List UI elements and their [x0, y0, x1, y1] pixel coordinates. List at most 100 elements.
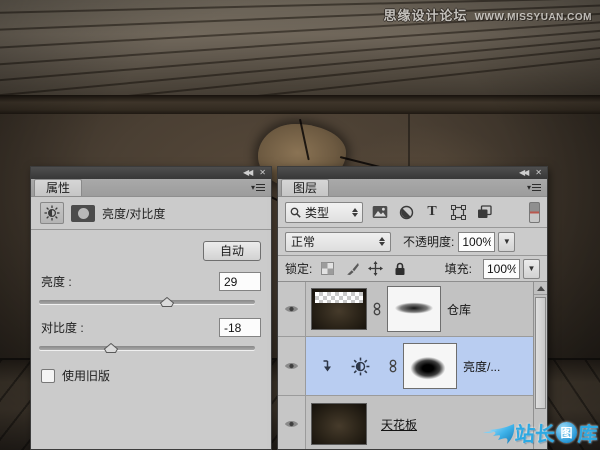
properties-tab-bar: 属性 ▾: [31, 179, 271, 197]
spinner-icon: [379, 237, 385, 246]
contrast-label: 对比度 :: [41, 319, 84, 336]
eye-icon: [284, 419, 299, 429]
layer-row-cangku[interactable]: 仓库: [278, 282, 547, 337]
layers-panel: ◀◀ ✕ 图层 ▾ 类型: [277, 166, 548, 450]
scrollbar-thumb[interactable]: [535, 297, 546, 409]
menu-lines-icon: [532, 184, 541, 191]
panel-menu-button[interactable]: ▾: [527, 183, 541, 192]
sun-icon: [44, 205, 60, 221]
link-icon: [389, 359, 397, 373]
properties-body: 自动 亮度 : 对比度 :: [31, 230, 271, 449]
filter-adjustment-layers-button[interactable]: [397, 203, 415, 221]
visibility-toggle[interactable]: [278, 337, 306, 395]
menu-lines-icon: [256, 184, 265, 191]
spinner-icon: [352, 208, 358, 217]
lock-transparency-button[interactable]: [319, 260, 336, 277]
properties-panel-titlebar: ◀◀ ✕: [31, 167, 271, 179]
opacity-label: 不透明度:: [403, 233, 454, 250]
mask-thumbnail-icon[interactable]: [71, 205, 95, 222]
blend-mode-value: 正常: [291, 233, 379, 250]
adjustment-title: 亮度/对比度: [102, 205, 165, 222]
contrast-row: 对比度 :: [41, 318, 261, 337]
eye-icon: [284, 304, 299, 314]
layer-name[interactable]: 仓库: [447, 301, 471, 318]
tab-properties[interactable]: 属性: [34, 179, 82, 196]
legacy-row: 使用旧版: [41, 367, 110, 384]
lock-all-button[interactable]: [391, 260, 408, 277]
watermark-site: 思缘设计论坛 WWW.MISSYUAN.COM: [384, 5, 592, 24]
layer-name[interactable]: 亮度/...: [463, 358, 500, 375]
collapse-panel-button[interactable]: ◀◀: [519, 169, 527, 177]
brightness-slider[interactable]: [39, 296, 255, 308]
tab-layers[interactable]: 图层: [281, 179, 329, 196]
visibility-toggle[interactable]: [278, 282, 306, 336]
contrast-slider-track[interactable]: [39, 346, 255, 350]
layer-mask-thumbnail[interactable]: [403, 343, 457, 389]
collapse-panel-button[interactable]: ◀◀: [243, 169, 251, 177]
fill-dropdown-button[interactable]: ▼: [523, 259, 540, 279]
blend-mode-row: 正常 不透明度: ▼: [278, 227, 547, 255]
flame-icon: [481, 420, 515, 446]
brightness-input[interactable]: [219, 272, 261, 291]
brightness-row: 亮度 :: [41, 272, 261, 291]
filter-pixel-layers-button[interactable]: [371, 203, 389, 221]
lock-row: 锁定:: [278, 255, 547, 281]
contrast-slider-thumb[interactable]: [104, 343, 118, 353]
layer-thumbnail[interactable]: [311, 403, 367, 445]
close-panel-button[interactable]: ✕: [259, 169, 266, 177]
filter-toggle-switch[interactable]: [529, 202, 540, 223]
watermark-site-url: WWW.MISSYUAN.COM: [475, 12, 592, 23]
image-icon: [372, 205, 388, 219]
filter-shape-layers-button[interactable]: [449, 203, 467, 221]
checkerboard-icon: [321, 262, 334, 275]
photoshop-workspace: 思缘设计论坛 WWW.MISSYUAN.COM ◀◀ ✕ 属性 ▾: [0, 0, 600, 450]
shape-frame-icon: [451, 205, 466, 220]
visibility-toggle[interactable]: [278, 396, 306, 449]
auto-button[interactable]: 自动: [203, 241, 261, 261]
layer-row-brightness-selected[interactable]: 亮度/...: [278, 337, 547, 396]
panel-menu-button[interactable]: ▾: [251, 183, 265, 192]
fill-label: 填充:: [445, 260, 472, 277]
properties-panel: ◀◀ ✕ 属性 ▾: [30, 166, 272, 450]
watermark-logo: 站长 图 库: [481, 418, 598, 447]
close-panel-button[interactable]: ✕: [535, 169, 542, 177]
filter-type-layers-button[interactable]: T: [423, 203, 441, 221]
contrast-input[interactable]: [219, 318, 261, 337]
contrast-slider[interactable]: [39, 342, 255, 354]
lock-position-button[interactable]: [367, 260, 384, 277]
filter-type-label: 类型: [305, 204, 348, 221]
transparency-checker: [315, 292, 363, 303]
brightness-slider-thumb[interactable]: [160, 297, 174, 307]
brightness-label: 亮度 :: [41, 273, 72, 290]
brightness-sun-icon: [351, 357, 370, 376]
opacity-dropdown-button[interactable]: ▼: [498, 232, 515, 252]
watermark-site-name: 思缘设计论坛: [384, 5, 468, 24]
move-icon: [368, 261, 383, 276]
text-T-icon: T: [427, 205, 436, 219]
eye-icon: [284, 361, 299, 371]
brightness-slider-track[interactable]: [39, 300, 255, 304]
adjustment-header: 亮度/对比度: [31, 197, 271, 230]
clipping-mask-icon: [320, 360, 331, 372]
layer-name[interactable]: 天花板: [381, 416, 417, 433]
scrollbar-up-button[interactable]: [534, 282, 547, 295]
blend-mode-dropdown[interactable]: 正常: [285, 232, 391, 252]
use-legacy-checkbox[interactable]: [41, 369, 55, 383]
watermark-logo-text-1: 站长: [514, 418, 556, 447]
brightness-contrast-icon: [40, 202, 64, 224]
menu-arrow-icon: ▾: [527, 183, 531, 192]
lock-pixels-button[interactable]: [343, 260, 360, 277]
watermark-logo-circle: 图: [556, 422, 577, 443]
link-icon: [373, 302, 381, 316]
layer-mask-thumbnail[interactable]: [387, 286, 441, 332]
brush-icon: [345, 262, 359, 276]
layer-filter-row: 类型 T: [278, 197, 547, 227]
adjustment-layer-thumbnail[interactable]: [337, 344, 383, 388]
filter-smart-objects-button[interactable]: [475, 203, 493, 221]
menu-arrow-icon: ▾: [251, 183, 255, 192]
fill-input[interactable]: [483, 259, 520, 279]
opacity-input[interactable]: [458, 232, 495, 252]
layer-thumbnail[interactable]: [311, 288, 367, 330]
adjustment-circle-icon: [399, 205, 414, 220]
filter-type-dropdown[interactable]: 类型: [285, 202, 363, 223]
